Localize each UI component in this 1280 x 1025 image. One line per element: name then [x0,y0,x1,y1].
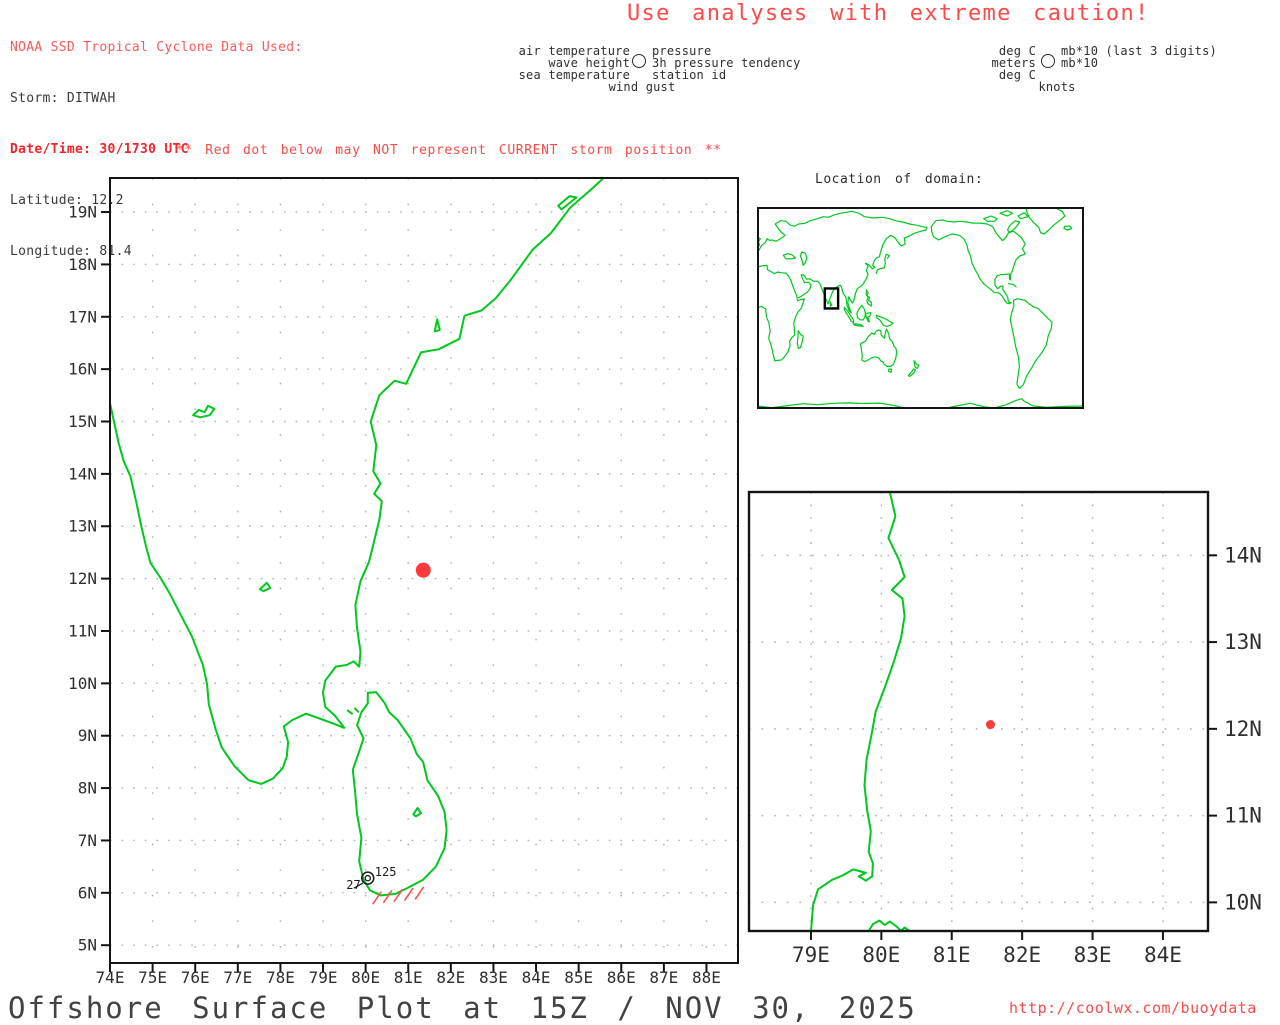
world-coastline [853,324,863,327]
lat-tick-label: 8N [78,779,97,798]
world-coastline [797,331,803,349]
world-map-frame [758,208,1083,408]
weather-plot-canvas: 125 27 19N 18N 17N 16N 15N 14N 13N 12N 11N 10N 9N 8N 7… [0,0,1280,1024]
lat-tick-label: 11N [1224,804,1262,828]
station-pressure-value: 125 [375,865,397,879]
world-coastline [984,216,998,221]
lon-tick-label: 87E [649,968,678,987]
world-coastline [866,290,871,306]
lat-tick-label: 13N [68,517,97,536]
coastline [193,406,214,418]
lat-tick-label: 11N [68,621,97,640]
lat-tick-label: 19N [68,203,97,222]
coastline [348,711,352,714]
world-coastline [914,361,919,369]
lon-tick-label: 78E [266,968,295,987]
lat-tick-label: 10N [1224,890,1262,914]
lon-tick-label: 80E [351,968,380,987]
red-hatch-mark [415,887,424,900]
world-coastline [1000,211,1013,216]
lon-tick-label: 88E [692,968,721,987]
world-coastline [931,220,1025,304]
world-coastline [857,305,866,320]
world-coastline [908,369,915,377]
world-coastline [1010,299,1052,389]
lon-tick-label: 74E [96,968,125,987]
lon-tick-label: 79E [792,943,830,967]
world-coastline [758,299,804,361]
world-coastline [889,369,892,372]
storm-position-dot [416,563,431,578]
coastline [811,492,905,931]
world-coastline [1064,226,1072,230]
lat-tick-label: 13N [1224,630,1262,654]
lon-tick-label: 84E [1144,943,1182,967]
offshore-surface-plot-page: { "header": { "noaa_line": "NOAA SSD Tro… [0,0,1280,1024]
lat-tick-label: 5N [78,936,97,955]
lat-tick-label: 18N [68,255,97,274]
coastline [413,808,421,816]
world-coastline [1026,205,1065,234]
plot-title: Offshore Surface Plot at 15Z / NOV 30, 2… [8,991,917,1025]
world-coastline [800,252,806,265]
red-hatch-mark [394,889,403,902]
lon-tick-label: 75E [138,968,167,987]
red-hatch-mark [405,888,414,901]
lat-tick-label: 12N [1224,717,1262,741]
coastline [558,196,576,209]
red-hatch-mark [383,890,392,903]
world-locator-map [758,205,1083,410]
lon-tick-label: 83E [1074,943,1112,967]
world-coastline [783,254,795,259]
lon-tick-label: 85E [564,968,593,987]
lon-tick-label: 82E [1003,943,1041,967]
lat-tick-label: 6N [78,883,97,902]
zoom-map-frame [749,492,1208,931]
coastline [869,921,910,931]
storm-position-dot [986,720,995,729]
lon-tick-label: 76E [181,968,210,987]
world-coastline [861,329,897,366]
world-coastline [1018,213,1028,219]
lat-tick-label: 16N [68,360,97,379]
lon-tick-label: 86E [607,968,636,987]
coastline [355,709,358,712]
coastline [435,319,440,331]
station-temp-value: 27 [346,878,360,892]
lat-tick-label: 7N [78,831,97,850]
world-coastline [876,315,893,326]
lon-tick-label: 82E [436,968,465,987]
lon-tick-label: 77E [223,968,252,987]
world-coastline [865,313,870,322]
lat-tick-label: 12N [68,569,97,588]
coastline [260,583,270,591]
world-coastline [830,302,832,306]
lat-tick-label: 14N [1224,543,1262,567]
lat-tick-label: 14N [68,464,97,483]
coastline [353,692,447,895]
lon-tick-label: 83E [479,968,508,987]
lon-tick-label: 84E [522,968,551,987]
coastline [110,178,604,784]
lat-tick-label: 15N [68,412,97,431]
lat-tick-label: 10N [68,674,97,693]
lon-tick-label: 81E [933,943,971,967]
lat-tick-label: 17N [68,307,97,326]
source-url: http://coolwx.com/buoydata [1009,999,1257,1017]
zoom-map [749,492,1208,931]
world-coastline [758,211,927,313]
lon-tick-label: 80E [862,943,900,967]
station-circle-inner [365,876,370,881]
world-coastline [1009,284,1017,287]
lon-tick-label: 81E [394,968,423,987]
lon-tick-label: 79E [309,968,338,987]
lat-tick-label: 9N [78,726,97,745]
main-map: 125 27 [110,178,738,964]
